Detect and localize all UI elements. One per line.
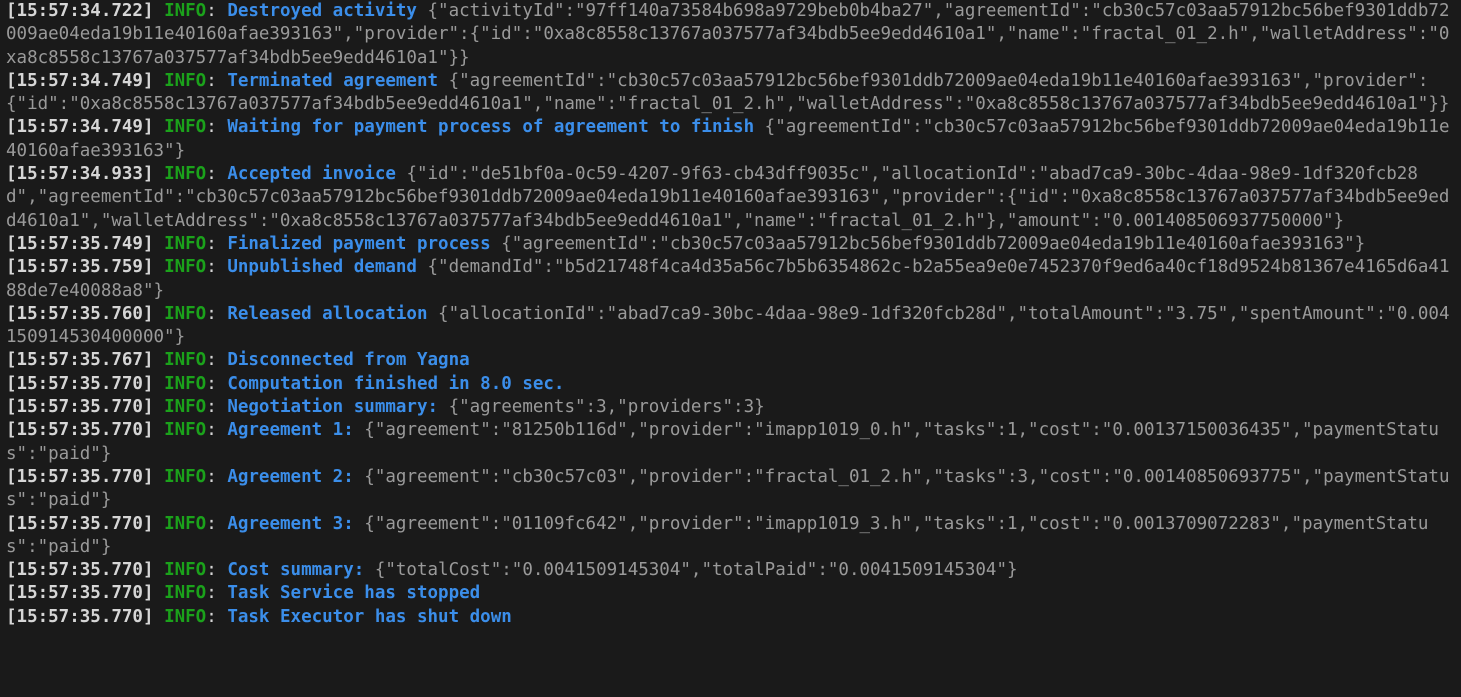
log-level: INFO — [164, 257, 207, 278]
log-message: Computation finished in 8.0 sec. — [227, 373, 565, 394]
log-separator: : — [206, 373, 217, 394]
log-payload: {"agreement":"cb30c57c03","provider":"fr… — [6, 466, 1450, 511]
log-level: INFO — [164, 420, 207, 441]
log-level: INFO — [164, 70, 207, 91]
log-line: [15:57:35.770] INFO: Computation finishe… — [0, 373, 1461, 396]
log-separator: : — [206, 117, 217, 138]
log-payload: {"demandId":"b5d21748f4ca4d35a56c7b5b635… — [6, 257, 1450, 301]
log-timestamp: [15:57:35.770] — [6, 420, 154, 441]
log-payload: {"id":"de51bf0a-0c59-4207-9f63-cb43dff90… — [6, 164, 1450, 231]
log-line: [15:57:34.722] INFO: Destroyed activity … — [0, 0, 1461, 70]
log-separator: : — [206, 257, 217, 278]
log-timestamp: [15:57:35.770] — [6, 560, 154, 581]
log-timestamp: [15:57:35.770] — [6, 397, 154, 418]
log-separator: : — [206, 303, 217, 324]
log-separator: : — [206, 583, 217, 604]
log-line: [15:57:35.770] INFO: Task Executor has s… — [0, 606, 1461, 629]
log-timestamp: [15:57:35.770] — [6, 513, 154, 534]
log-payload: {"totalCost":"0.0041509145304","totalPai… — [374, 560, 1018, 581]
log-line: [15:57:35.770] INFO: Negotiation summary… — [0, 396, 1461, 419]
log-message: Disconnected from Yagna — [227, 350, 470, 371]
log-timestamp: [15:57:35.767] — [6, 350, 154, 371]
log-message: Task Service has stopped — [227, 583, 481, 604]
log-level: INFO — [164, 303, 207, 324]
log-timestamp: [15:57:35.759] — [6, 257, 154, 278]
log-timestamp: [15:57:35.770] — [6, 466, 154, 487]
log-line: [15:57:35.759] INFO: Unpublished demand … — [0, 256, 1461, 303]
log-separator: : — [206, 1, 217, 21]
log-message: Released allocation — [227, 303, 428, 324]
log-message: Task Executor has shut down — [227, 606, 512, 627]
log-message: Agreement 1: — [227, 420, 354, 441]
log-timestamp: [15:57:35.770] — [6, 606, 154, 627]
log-message: Terminated agreement — [227, 70, 439, 91]
log-payload: {"agreement":"81250b116d","provider":"im… — [6, 420, 1439, 464]
log-level: INFO — [164, 397, 207, 418]
log-payload: {"agreementId":"cb30c57c03aa57912bc56bef… — [6, 70, 1450, 115]
log-message: Accepted invoice — [227, 164, 396, 185]
log-level: INFO — [164, 373, 207, 394]
log-timestamp: [15:57:34.722] — [6, 1, 154, 21]
log-message: Cost summary: — [227, 560, 365, 581]
log-line: [15:57:34.749] INFO: Waiting for payment… — [0, 116, 1461, 163]
log-level: INFO — [164, 560, 207, 581]
log-separator: : — [206, 397, 217, 418]
log-line: [15:57:35.767] INFO: Disconnected from Y… — [0, 349, 1461, 372]
log-line: [15:57:35.770] INFO: Agreement 3: {"agre… — [0, 513, 1461, 560]
log-line: [15:57:35.770] INFO: Task Service has st… — [0, 582, 1461, 605]
log-level: INFO — [164, 1, 207, 21]
log-line: [15:57:35.770] INFO: Agreement 1: {"agre… — [0, 419, 1461, 466]
log-level: INFO — [164, 233, 207, 254]
log-level: INFO — [164, 466, 207, 487]
log-timestamp: [15:57:34.749] — [6, 70, 154, 91]
log-line: [15:57:35.749] INFO: Finalized payment p… — [0, 233, 1461, 256]
log-timestamp: [15:57:34.933] — [6, 164, 154, 185]
log-separator: : — [206, 350, 217, 371]
log-level: INFO — [164, 513, 207, 534]
log-line: [15:57:34.933] INFO: Accepted invoice {"… — [0, 163, 1461, 233]
log-separator: : — [206, 164, 217, 185]
log-message: Unpublished demand — [227, 257, 417, 278]
log-line: [15:57:35.770] INFO: Cost summary: {"tot… — [0, 559, 1461, 582]
log-message: Negotiation summary: — [227, 397, 439, 418]
log-message: Waiting for payment process of agreement… — [227, 117, 755, 138]
log-payload: {"agreementId":"cb30c57c03aa57912bc56bef… — [501, 233, 1366, 254]
log-timestamp: [15:57:35.749] — [6, 233, 154, 254]
log-payload: {"agreement":"01109fc642","provider":"im… — [6, 513, 1429, 557]
log-payload: {"allocationId":"abad7ca9-30bc-4daa-98e9… — [6, 303, 1450, 348]
log-level: INFO — [164, 583, 207, 604]
log-level: INFO — [164, 350, 207, 371]
log-timestamp: [15:57:35.770] — [6, 583, 154, 604]
log-level: INFO — [164, 164, 207, 185]
log-separator: : — [206, 420, 217, 441]
log-message: Destroyed activity — [227, 1, 417, 21]
terminal-output[interactable]: [15:57:34.722] INFO: Destroyed activity … — [0, 0, 1461, 697]
log-message: Agreement 2: — [227, 466, 354, 487]
log-line: [15:57:34.749] INFO: Terminated agreemen… — [0, 70, 1461, 117]
log-line: [15:57:35.760] INFO: Released allocation… — [0, 303, 1461, 350]
log-message: Finalized payment process — [227, 233, 491, 254]
log-line: [15:57:35.770] INFO: Agreement 2: {"agre… — [0, 466, 1461, 513]
log-timestamp: [15:57:35.770] — [6, 373, 154, 394]
log-payload: {"agreements":3,"providers":3} — [448, 397, 765, 418]
log-separator: : — [206, 466, 217, 487]
log-message: Agreement 3: — [227, 513, 354, 534]
log-level: INFO — [164, 117, 207, 138]
log-separator: : — [206, 560, 217, 581]
log-separator: : — [206, 70, 217, 91]
log-timestamp: [15:57:35.760] — [6, 303, 154, 324]
log-payload: {"activityId":"97ff140a73584b698a9729beb… — [6, 1, 1450, 68]
log-separator: : — [206, 606, 217, 627]
log-level: INFO — [164, 606, 207, 627]
log-timestamp: [15:57:34.749] — [6, 117, 154, 138]
log-separator: : — [206, 233, 217, 254]
log-separator: : — [206, 513, 217, 534]
